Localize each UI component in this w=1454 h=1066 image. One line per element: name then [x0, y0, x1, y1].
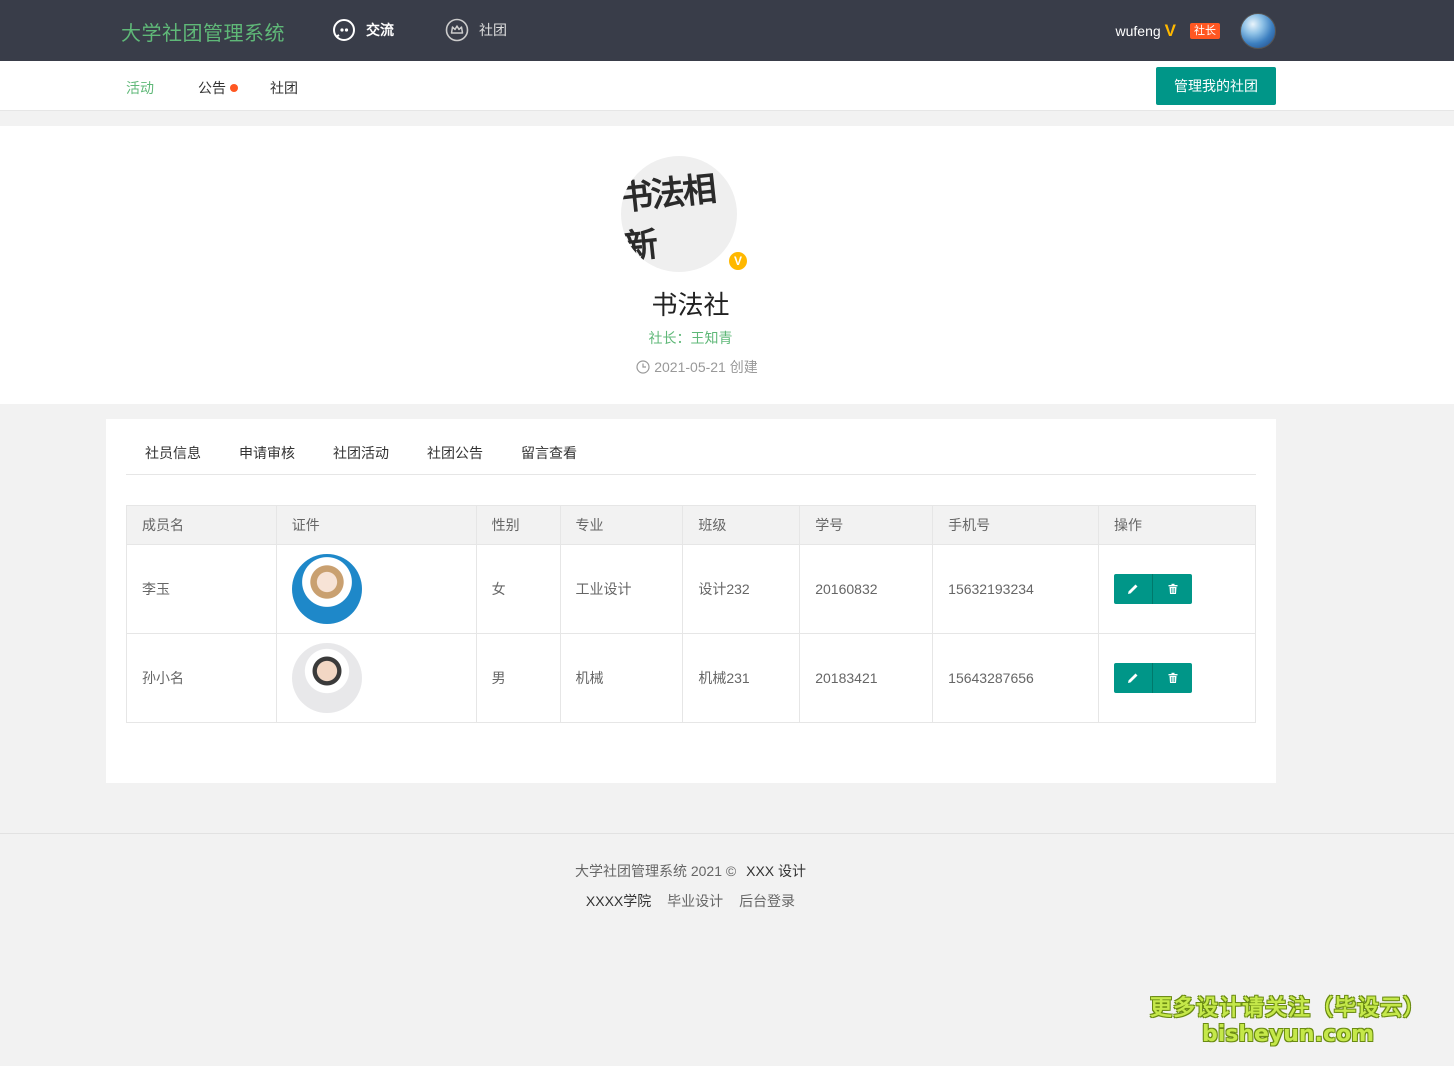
- nav-club-label: 社团: [479, 22, 507, 38]
- col-header-phone: 手机号: [932, 505, 1100, 545]
- subnav-item-announcements[interactable]: 公告: [198, 78, 238, 98]
- footer-system-name: 大学社团管理系统: [574, 863, 687, 879]
- delete-button[interactable]: [1153, 663, 1193, 693]
- cell-actions: [1098, 544, 1256, 634]
- cell-gender: 女: [475, 544, 561, 634]
- pencil-icon: [1128, 584, 1138, 594]
- table-header-row: 成员名 证件 性别 专业 班级 学号 手机号 操作: [126, 505, 1256, 545]
- cell-actions: [1098, 633, 1256, 723]
- cell-class: 机械231: [682, 633, 801, 723]
- watermark: 更多设计请关注（毕设云） bisheyun.com: [1150, 990, 1426, 1047]
- tab-messages[interactable]: 留言查看: [502, 433, 596, 474]
- nav-club[interactable]: 社团: [445, 17, 507, 43]
- cell-major: 工业设计: [559, 544, 684, 634]
- avatar[interactable]: [1240, 13, 1276, 49]
- watermark-line1: 更多设计请关注（毕设云）: [1149, 996, 1426, 1021]
- manage-my-club-button[interactable]: 管理我的社团: [1156, 67, 1276, 105]
- subnav-announcements-label: 公告: [198, 80, 226, 96]
- trash-icon: [1168, 583, 1178, 594]
- footer-link-school[interactable]: XXXX学院: [586, 893, 651, 909]
- table-row: 李玉 女 工业设计 设计232 20160832 15632193234: [126, 544, 1256, 634]
- col-header-actions: 操作: [1098, 505, 1256, 545]
- member-photo: [291, 643, 362, 713]
- cell-name: 孙小名: [126, 633, 277, 723]
- footer-designer: XXX 设计: [746, 863, 807, 879]
- role-badge: 社长: [1190, 23, 1220, 39]
- cell-phone: 15632193234: [932, 544, 1100, 634]
- cell-major: 机械: [559, 633, 684, 723]
- footer-year: 2021 ©: [690, 863, 737, 879]
- col-header-id-photo: 证件: [275, 505, 477, 545]
- pencil-icon: [1128, 673, 1138, 683]
- table-row: 孙小名 男 机械 机械231 20183421 15643287656: [126, 633, 1256, 723]
- club-profile: 书法相新 V 书法社 社长：王知青 2021-05-21 创建: [0, 126, 1454, 404]
- top-header: 大学社团管理系统 交流 社团 wufeng V 社长: [0, 0, 1454, 61]
- col-header-class: 班级: [682, 505, 801, 545]
- footer-link-graduation-design[interactable]: 毕业设计: [667, 893, 723, 909]
- nav-chat[interactable]: 交流: [332, 17, 394, 43]
- col-header-student-id: 学号: [799, 505, 934, 545]
- club-created-date: 2021-05-21 创建: [0, 357, 1394, 377]
- cell-class: 设计232: [682, 544, 801, 634]
- col-header-major: 专业: [559, 505, 684, 545]
- cell-gender: 男: [475, 633, 561, 723]
- club-management-card: 社员信息 申请审核 社团活动 社团公告 留言查看 成员名 证件 性别 专业 班级…: [106, 419, 1276, 783]
- club-name: 书法社: [651, 290, 730, 320]
- club-logo: 书法相新: [621, 156, 737, 272]
- clock-icon: [636, 360, 650, 374]
- cell-id-photo: [275, 544, 477, 634]
- member-photo: [291, 554, 362, 624]
- cell-student-id: 20160832: [799, 544, 934, 634]
- col-header-gender: 性别: [475, 505, 561, 545]
- tab-announcements[interactable]: 社团公告: [408, 433, 502, 474]
- members-table: 成员名 证件 性别 专业 班级 学号 手机号 操作 李玉 女 工业设计 设计23…: [126, 505, 1256, 723]
- subnav-item-activities[interactable]: 活动: [126, 78, 154, 98]
- cell-student-id: 20183421: [799, 633, 934, 723]
- club-logo-text: 书法相新: [621, 169, 717, 268]
- col-header-name: 成员名: [126, 505, 277, 545]
- edit-button[interactable]: [1114, 663, 1154, 693]
- crown-icon: [445, 18, 469, 42]
- vip-icon: V: [1164, 21, 1176, 40]
- cell-phone: 15643287656: [932, 633, 1100, 723]
- cell-id-photo: [275, 633, 477, 723]
- watermark-line2: bisheyun.com: [1201, 1022, 1375, 1047]
- trash-icon: [1168, 672, 1178, 683]
- tab-activities[interactable]: 社团活动: [314, 433, 408, 474]
- club-leader: 社长：王知青: [648, 330, 733, 346]
- verified-icon: V: [727, 250, 749, 272]
- notification-dot: [230, 84, 238, 92]
- username[interactable]: wufeng: [1116, 23, 1161, 39]
- tab-bar: 社员信息 申请审核 社团活动 社团公告 留言查看: [126, 433, 1256, 475]
- chat-icon: [333, 19, 355, 41]
- tab-applications[interactable]: 申请审核: [220, 433, 314, 474]
- sub-navigation: 活动 公告 社团 管理我的社团: [0, 61, 1454, 111]
- edit-button[interactable]: [1114, 574, 1154, 604]
- created-text: 2021-05-21 创建: [654, 359, 758, 375]
- delete-button[interactable]: [1153, 574, 1193, 604]
- footer-link-admin-login[interactable]: 后台登录: [739, 893, 795, 909]
- subnav-item-clubs[interactable]: 社团: [270, 78, 298, 98]
- nav-chat-label: 交流: [366, 22, 394, 38]
- site-logo[interactable]: 大学社团管理系统: [121, 17, 285, 46]
- user-menu[interactable]: wufeng V 社长: [1116, 13, 1276, 49]
- cell-name: 李玉: [126, 544, 277, 634]
- tab-members[interactable]: 社员信息: [126, 433, 220, 474]
- footer-links: XXXX学院 毕业设计 后台登录: [0, 891, 1381, 911]
- footer-copyright: 大学社团管理系统 2021 © XXX 设计: [0, 861, 1381, 881]
